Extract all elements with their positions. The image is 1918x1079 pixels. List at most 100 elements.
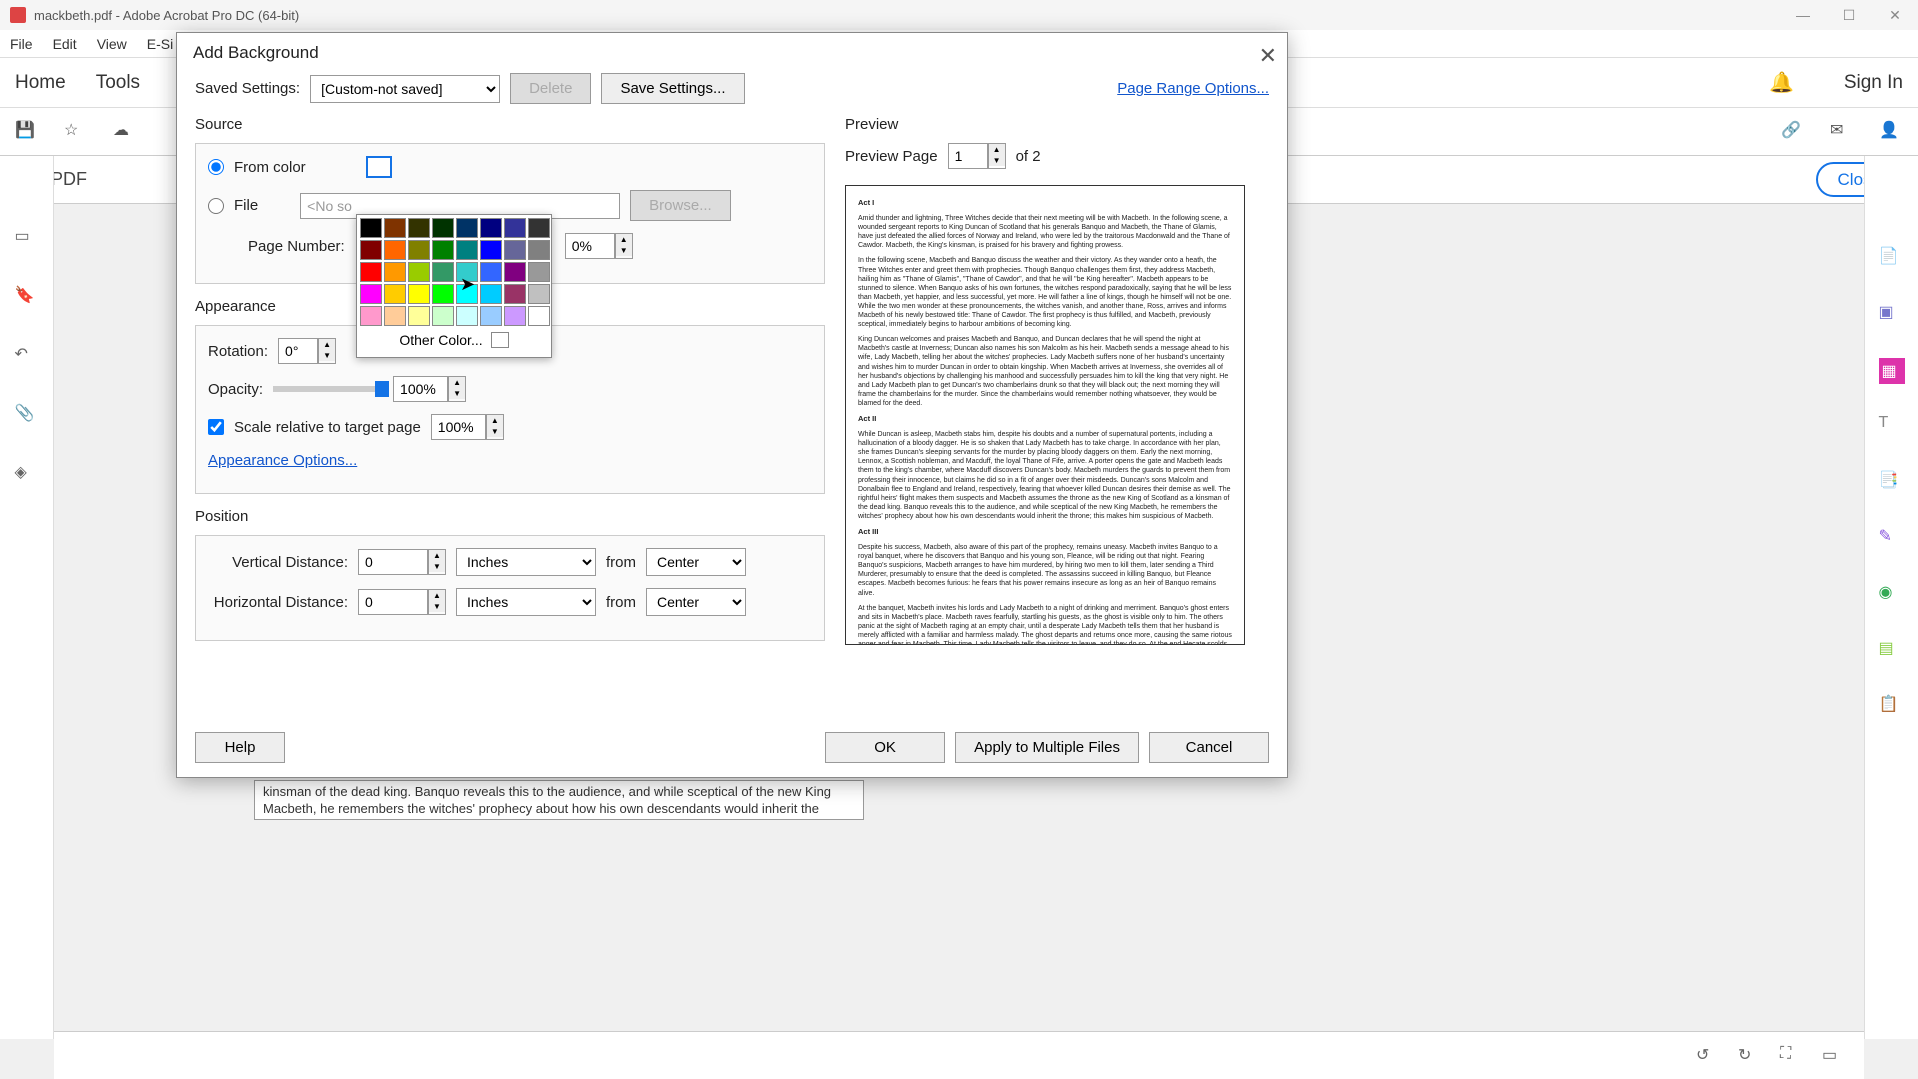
- color-swatch-cell[interactable]: [408, 306, 430, 326]
- color-swatch-cell[interactable]: [480, 218, 502, 238]
- combine-icon[interactable]: ▣: [1879, 302, 1905, 328]
- color-swatch-cell[interactable]: [456, 306, 478, 326]
- menu-file[interactable]: File: [10, 36, 33, 52]
- fit-icon[interactable]: ⛶: [1780, 1045, 1802, 1067]
- menu-esign[interactable]: E-Si: [147, 36, 173, 52]
- color-swatch-cell[interactable]: [480, 306, 502, 326]
- color-swatch-cell[interactable]: [528, 284, 550, 304]
- organize-icon[interactable]: ▦: [1879, 358, 1905, 384]
- color-swatch-cell[interactable]: [456, 284, 478, 304]
- optimize-icon[interactable]: ▤: [1879, 638, 1905, 664]
- bookmark-icon[interactable]: 🔖: [15, 285, 39, 309]
- color-swatch-cell[interactable]: [528, 240, 550, 260]
- preview-page-spinner[interactable]: ▲▼: [948, 143, 1006, 169]
- protect-icon[interactable]: ◉: [1879, 582, 1905, 608]
- color-swatch-cell[interactable]: [480, 284, 502, 304]
- color-swatch-cell[interactable]: [408, 262, 430, 282]
- color-swatch-cell[interactable]: [384, 284, 406, 304]
- color-swatch-cell[interactable]: [408, 240, 430, 260]
- color-swatch-cell[interactable]: [504, 284, 526, 304]
- color-swatch-cell[interactable]: [504, 262, 526, 282]
- color-swatch-cell[interactable]: [360, 218, 382, 238]
- menu-view[interactable]: View: [97, 36, 127, 52]
- color-swatch-cell[interactable]: [528, 306, 550, 326]
- create-pdf-icon[interactable]: 📄: [1879, 246, 1905, 272]
- color-swatch-cell[interactable]: [360, 240, 382, 260]
- color-swatch-cell[interactable]: [480, 262, 502, 282]
- undo-icon[interactable]: ↶: [15, 344, 39, 368]
- text-icon[interactable]: T: [1879, 414, 1905, 440]
- close-window-button[interactable]: ✕: [1872, 0, 1918, 30]
- star-icon[interactable]: ☆: [64, 120, 88, 144]
- appearance-options-link[interactable]: Appearance Options...: [208, 452, 357, 469]
- hdist-origin-select[interactable]: Center: [646, 588, 746, 616]
- vdist-unit-select[interactable]: Inches: [456, 548, 596, 576]
- color-swatch-cell[interactable]: [432, 284, 454, 304]
- rotate-left-icon[interactable]: ↺: [1696, 1045, 1718, 1067]
- color-swatch-cell[interactable]: [432, 306, 454, 326]
- tab-tools[interactable]: Tools: [96, 72, 140, 94]
- color-swatch-cell[interactable]: [360, 306, 382, 326]
- color-swatch-cell[interactable]: [384, 240, 406, 260]
- maximize-button[interactable]: ☐: [1826, 0, 1872, 30]
- dialog-close-button[interactable]: ✕: [1259, 43, 1277, 69]
- attachment-icon[interactable]: 📎: [15, 403, 39, 427]
- color-swatch-cell[interactable]: [360, 284, 382, 304]
- rotate-right-icon[interactable]: ↻: [1738, 1045, 1760, 1067]
- color-swatch-cell[interactable]: [432, 218, 454, 238]
- other-color-button[interactable]: Other Color...: [399, 332, 482, 348]
- opacity-slider[interactable]: [273, 386, 383, 392]
- link-icon[interactable]: 🔗: [1781, 120, 1805, 144]
- layers-icon[interactable]: ◈: [15, 462, 39, 486]
- page-range-link[interactable]: Page Range Options...: [1117, 80, 1269, 97]
- color-swatch-cell[interactable]: [528, 218, 550, 238]
- color-swatch-cell[interactable]: [432, 262, 454, 282]
- color-swatch-cell[interactable]: [384, 218, 406, 238]
- menu-edit[interactable]: Edit: [53, 36, 77, 52]
- scale-spinner[interactable]: ▲▼: [431, 414, 504, 440]
- more-icon[interactable]: 📋: [1879, 694, 1905, 720]
- file-radio[interactable]: [208, 198, 224, 214]
- color-swatch-cell[interactable]: [504, 306, 526, 326]
- scale-checkbox[interactable]: [208, 419, 224, 435]
- zoom-icon[interactable]: ▭: [1822, 1045, 1844, 1067]
- signin-button[interactable]: Sign In: [1844, 72, 1903, 94]
- hdist-unit-select[interactable]: Inches: [456, 588, 596, 616]
- color-swatch[interactable]: [366, 156, 392, 178]
- color-swatch-cell[interactable]: [456, 218, 478, 238]
- color-swatch-cell[interactable]: [360, 262, 382, 282]
- notifications-icon[interactable]: 🔔: [1769, 70, 1794, 95]
- cloud-icon[interactable]: ☁: [113, 120, 137, 144]
- color-swatch-cell[interactable]: [384, 262, 406, 282]
- save-icon[interactable]: 💾: [15, 120, 39, 144]
- ok-button[interactable]: OK: [825, 732, 945, 763]
- color-swatch-cell[interactable]: [528, 262, 550, 282]
- sign-icon[interactable]: ✎: [1879, 526, 1905, 552]
- cancel-button[interactable]: Cancel: [1149, 732, 1269, 763]
- from-color-radio[interactable]: [208, 159, 224, 175]
- vdist-origin-select[interactable]: Center: [646, 548, 746, 576]
- page-pct-spinner[interactable]: ▲▼: [565, 233, 633, 259]
- opacity-spinner[interactable]: ▲▼: [393, 376, 466, 402]
- color-swatch-cell[interactable]: [504, 218, 526, 238]
- color-swatch-cell[interactable]: [480, 240, 502, 260]
- rotation-spinner[interactable]: ▲▼: [278, 338, 336, 364]
- color-swatch-cell[interactable]: [408, 284, 430, 304]
- mail-icon[interactable]: ✉: [1830, 120, 1854, 144]
- color-swatch-cell[interactable]: [456, 240, 478, 260]
- save-settings-button[interactable]: Save Settings...: [601, 73, 744, 104]
- export-icon[interactable]: 📑: [1879, 470, 1905, 496]
- minimize-button[interactable]: —: [1780, 0, 1826, 30]
- other-color-swatch[interactable]: [491, 332, 509, 348]
- vdist-spinner[interactable]: ▲▼: [358, 549, 446, 575]
- color-swatch-cell[interactable]: [504, 240, 526, 260]
- color-swatch-cell[interactable]: [384, 306, 406, 326]
- tab-home[interactable]: Home: [15, 72, 66, 94]
- saved-settings-select[interactable]: [Custom-not saved]: [310, 75, 500, 103]
- help-button[interactable]: Help: [195, 732, 285, 763]
- pages-icon[interactable]: ▭: [15, 226, 39, 250]
- account-icon[interactable]: 👤: [1879, 120, 1903, 144]
- apply-multiple-button[interactable]: Apply to Multiple Files: [955, 732, 1139, 763]
- color-swatch-cell[interactable]: [432, 240, 454, 260]
- color-swatch-cell[interactable]: [408, 218, 430, 238]
